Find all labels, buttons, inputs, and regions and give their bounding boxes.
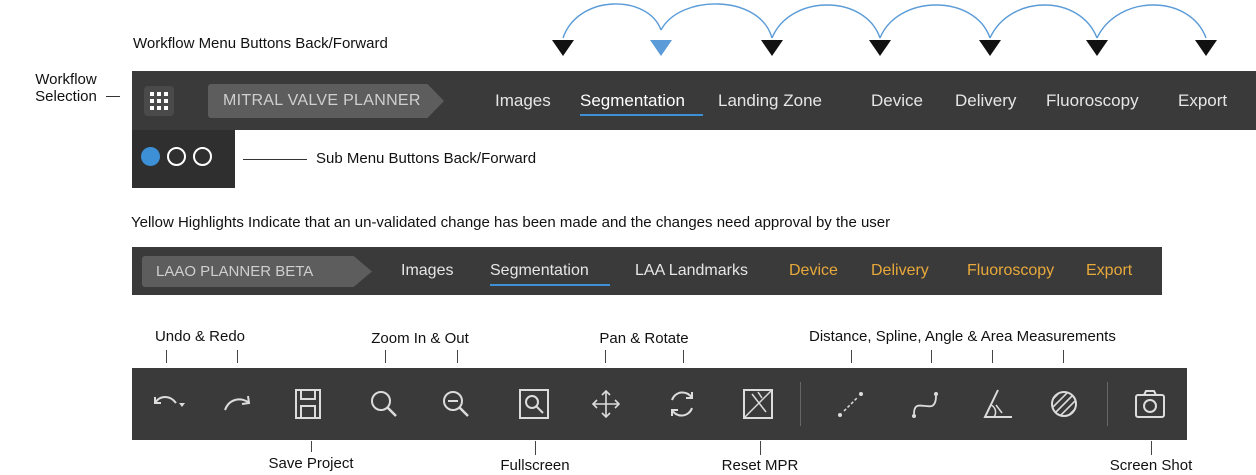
tool-bar	[132, 368, 1187, 440]
fullscreen-icon[interactable]	[516, 386, 552, 422]
sub-menu-leader	[243, 159, 307, 160]
arrow-head-6	[1086, 40, 1108, 56]
planner-name: MITRAL VALVE PLANNER	[223, 92, 421, 109]
arc-3	[771, 4, 881, 39]
workflow-buttons-caption: Workflow Menu Buttons Back/Forward	[133, 35, 388, 52]
arc-4	[879, 4, 991, 39]
sub-menu-dot-1[interactable]	[141, 147, 160, 166]
pan-icon[interactable]	[588, 386, 624, 422]
reset-mpr-tick	[760, 441, 761, 455]
laao-menu-bar: LAAO PLANNER BETA Images Segmentation LA…	[132, 247, 1162, 295]
toolbar-separator-1	[800, 382, 801, 426]
workflow-selection-leader	[106, 96, 120, 97]
zoom-out-tick	[457, 350, 458, 363]
fullscreen-tick	[535, 441, 536, 455]
area-icon[interactable]	[1046, 386, 1082, 422]
arrow-head-4	[869, 40, 891, 56]
laao-planner-pill[interactable]: LAAO PLANNER BETA	[142, 256, 372, 287]
angle-icon[interactable]	[980, 386, 1016, 422]
save-tick	[311, 441, 312, 452]
distance-icon[interactable]	[832, 386, 868, 422]
camera-icon[interactable]	[1132, 386, 1168, 422]
pan-rotate-caption: Pan & Rotate	[599, 330, 689, 347]
sub-menu-dot-2[interactable]	[167, 147, 186, 166]
sub-menu-dot-3[interactable]	[193, 147, 212, 166]
laao-tab-images[interactable]: Images	[401, 262, 453, 280]
arrow-head-7	[1195, 40, 1217, 56]
zoom-in-icon[interactable]	[366, 386, 402, 422]
redo-icon[interactable]	[220, 386, 256, 422]
pan-tick	[605, 350, 606, 363]
save-icon[interactable]	[290, 386, 326, 422]
laao-planner-name: LAAO PLANNER BETA	[156, 263, 314, 280]
laao-tab-laa-landmarks[interactable]: LAA Landmarks	[635, 262, 748, 280]
workflow-arrows-diagram	[552, 3, 1217, 56]
laao-tab-fluoroscopy[interactable]: Fluoroscopy	[967, 262, 1054, 280]
reset-mpr-caption: Reset MPR	[721, 457, 799, 474]
arrow-head-5	[979, 40, 1001, 56]
planner-name-pill[interactable]: MITRAL VALVE PLANNER	[208, 84, 444, 118]
active-tab-underline	[580, 114, 703, 116]
laao-active-tab-underline	[490, 284, 610, 286]
tab-delivery[interactable]: Delivery	[955, 91, 1016, 111]
arc-6	[1096, 4, 1207, 39]
redo-tick	[237, 350, 238, 363]
arc-5	[989, 4, 1098, 39]
workflow-menu-bar: MITRAL VALVE PLANNER Images Segmentation…	[132, 71, 1256, 130]
workflow-selection-caption: Workflow Selection	[35, 71, 97, 105]
sub-menu-caption: Sub Menu Buttons Back/Forward	[316, 150, 537, 167]
undo-icon[interactable]	[150, 386, 186, 422]
area-tick	[1063, 350, 1064, 363]
arc-1	[562, 3, 662, 39]
zoom-out-icon[interactable]	[438, 386, 474, 422]
save-project-caption: Save Project	[268, 455, 354, 472]
tab-segmentation[interactable]: Segmentation	[580, 91, 685, 111]
laao-tab-segmentation[interactable]: Segmentation	[490, 262, 589, 280]
sub-menu-buttons	[132, 130, 235, 188]
zoom-in-tick	[385, 350, 386, 363]
measurements-caption: Distance, Spline, Angle & Area Measureme…	[809, 328, 1116, 345]
laao-tab-export[interactable]: Export	[1086, 262, 1132, 280]
spline-tick	[931, 350, 932, 363]
arc-2	[660, 3, 773, 39]
laao-tab-delivery[interactable]: Delivery	[871, 262, 929, 280]
screen-shot-caption: Screen Shot	[1109, 457, 1193, 474]
arrow-head-3	[761, 40, 783, 56]
undo-redo-caption: Undo & Redo	[154, 328, 246, 345]
tab-images[interactable]: Images	[495, 91, 551, 111]
arrow-head-2	[650, 40, 672, 56]
tab-fluoroscopy[interactable]: Fluoroscopy	[1046, 91, 1139, 111]
tab-device[interactable]: Device	[871, 91, 923, 111]
rotate-icon[interactable]	[664, 386, 700, 422]
undo-tick	[166, 350, 167, 363]
spline-icon[interactable]	[908, 386, 944, 422]
workflow-selection-button[interactable]	[144, 86, 174, 116]
yellow-highlight-note: Yellow Highlights Indicate that an un-va…	[131, 214, 891, 231]
laao-tab-device[interactable]: Device	[789, 262, 838, 280]
tab-export[interactable]: Export	[1178, 91, 1227, 111]
rotate-tick	[683, 350, 684, 363]
distance-tick	[851, 350, 852, 363]
tab-landing-zone[interactable]: Landing Zone	[718, 91, 822, 111]
angle-tick	[992, 350, 993, 363]
fullscreen-caption: Fullscreen	[500, 457, 570, 474]
screen-shot-tick	[1151, 441, 1152, 455]
reset-mpr-icon[interactable]	[740, 386, 776, 422]
zoom-caption: Zoom In & Out	[371, 330, 469, 347]
toolbar-separator-2	[1107, 382, 1108, 426]
grid-icon	[150, 92, 168, 110]
arrow-head-1	[552, 40, 574, 56]
